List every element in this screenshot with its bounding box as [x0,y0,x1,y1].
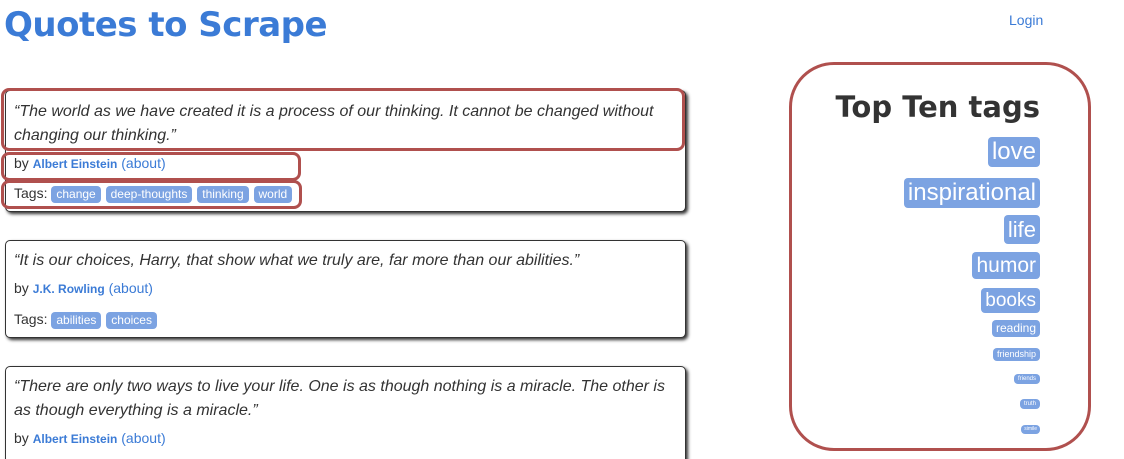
author-name: Albert Einstein [32,432,118,446]
tag-change[interactable]: change [51,186,101,203]
quote-text: “There are only two ways to live your li… [14,378,665,419]
tags-label: Tags: [14,185,48,201]
tag-thinking[interactable]: thinking [197,186,249,203]
top-tags-title: Top Ten tags [835,90,1040,124]
top-tag-reading[interactable]: reading [991,320,1040,337]
tag-world[interactable]: world [253,186,293,203]
top-tags-panel: Top Ten tags love inspirational life hum… [800,60,1044,450]
quote-byline: by Albert Einstein (about) [14,155,166,171]
site-title-link[interactable]: Quotes to Scrape [4,4,328,46]
quote-tags: Tags: change deep-thoughts thinking worl… [14,185,293,203]
author-name: Albert Einstein [32,157,118,171]
top-tag-truth[interactable]: truth [1019,399,1040,409]
top-tag-books[interactable]: books [981,288,1040,313]
by-label: by [14,430,29,446]
tags-label: Tags: [14,311,48,327]
tag-abilities[interactable]: abilities [51,312,102,329]
author-name: J.K. Rowling [32,282,105,296]
top-tag-inspirational[interactable]: inspirational [903,178,1040,208]
quote-tags: Tags: abilities choices [14,311,158,329]
tag-deep-thoughts[interactable]: deep-thoughts [105,186,193,203]
by-label: by [14,280,29,296]
quote-card: “It is our choices, Harry, that show wha… [5,240,686,338]
top-tag-humor[interactable]: humor [972,252,1040,279]
quote-byline: by J.K. Rowling (about) [14,280,153,296]
quote-text: “The world as we have created it is a pr… [14,103,654,144]
about-link[interactable]: (about) [121,430,165,446]
login-link[interactable]: Login [1009,12,1043,28]
about-link[interactable]: (about) [109,280,153,296]
about-link[interactable]: (about) [121,155,165,171]
top-tag-life[interactable]: life [1003,215,1040,244]
tag-choices[interactable]: choices [106,312,157,329]
quote-byline: by Albert Einstein (about) [14,430,166,446]
quote-card: “The world as we have created it is a pr… [5,90,686,212]
top-tag-friendship[interactable]: friendship [992,348,1040,361]
top-tag-simile[interactable]: simile [1021,425,1040,434]
quote-card: “There are only two ways to live your li… [5,366,686,459]
page: Quotes to Scrape Login “The world as we … [0,0,1124,459]
by-label: by [14,155,29,171]
top-tag-love[interactable]: love [987,137,1040,167]
quote-text: “It is our choices, Harry, that show wha… [14,252,580,269]
top-tag-friends[interactable]: friends [1013,374,1040,384]
